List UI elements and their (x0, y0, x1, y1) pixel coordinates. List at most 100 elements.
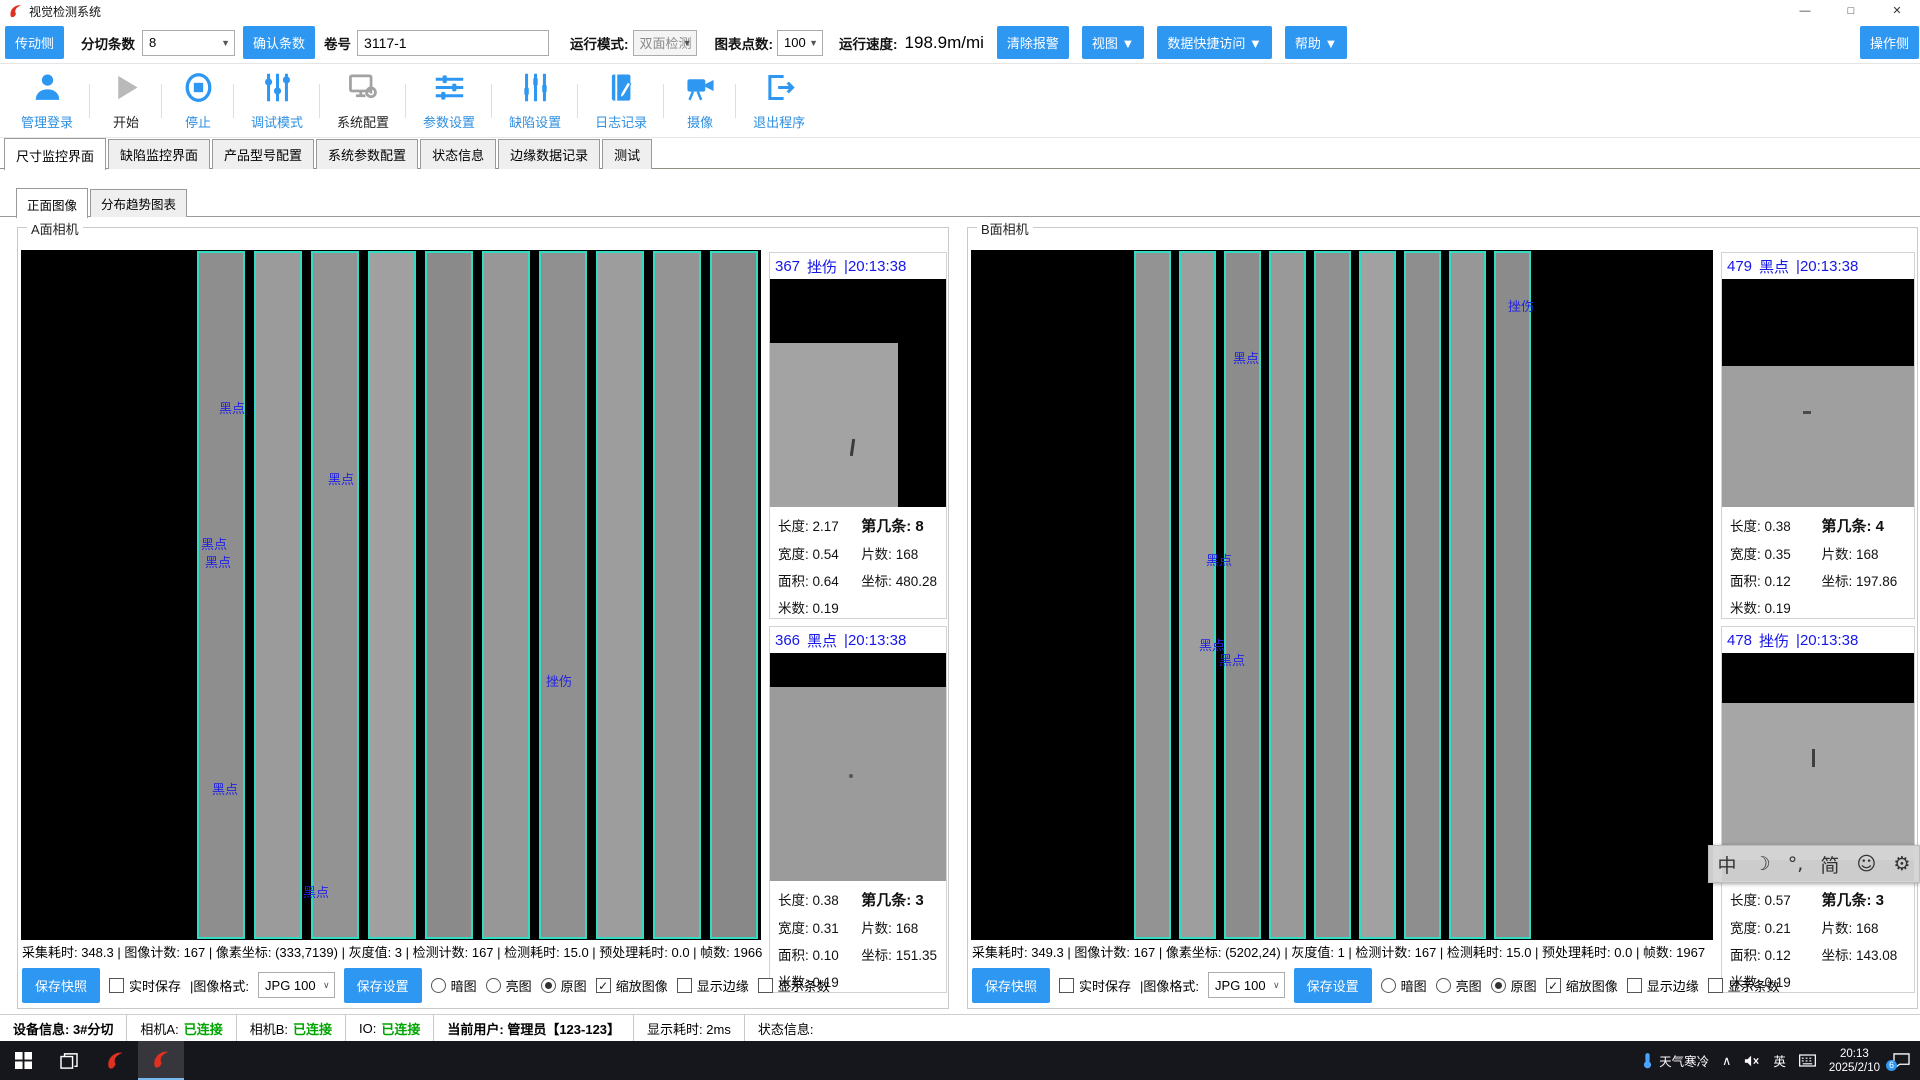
weather-widget[interactable]: 天气寒冷 (1641, 1051, 1709, 1070)
defect-header: 366黑点|20:13:38 (770, 627, 946, 653)
tab-6[interactable]: 测试 (602, 139, 652, 169)
save-settings-button[interactable]: 保存设置 (1294, 968, 1372, 1003)
defect-detail-block[interactable]: 367挫伤|20:13:38长度: 2.17第几条: 8宽度: 0.54片数: … (769, 252, 947, 619)
ime-emoji-icon[interactable]: ☺ (1856, 853, 1876, 875)
defect-thumbnail[interactable] (770, 279, 946, 507)
defect-field: 第几条: 8 (861, 515, 938, 536)
save-snapshot-button[interactable]: 保存快照 (972, 968, 1050, 1003)
chart-points-select[interactable]: 100▼ (777, 30, 823, 56)
dark-image-radio[interactable]: 暗图 (1381, 976, 1427, 995)
radio-icon[interactable] (1381, 978, 1396, 993)
toolbar-button-camera[interactable]: 摄像 (664, 71, 736, 131)
realtime-save-checkbox[interactable]: 实时保存 (1059, 976, 1131, 995)
start-button[interactable] (0, 1041, 46, 1080)
view-menu-button[interactable]: 视图 ▼ (1082, 26, 1144, 59)
bright-image-radio[interactable]: 亮图 (1436, 976, 1482, 995)
camera-b-image[interactable]: 挫伤黑点黑点黑点黑点 (971, 250, 1713, 940)
subtab-0[interactable]: 正面图像 (16, 188, 88, 218)
zoom-image-checkbox[interactable]: ✓缩放图像 (1546, 976, 1618, 995)
clock-widget[interactable]: 20:13 2025/2/10 (1829, 1047, 1880, 1075)
realtime-save-checkbox[interactable]: 实时保存 (109, 976, 181, 995)
image-format-select[interactable]: JPG 100∨ (258, 972, 335, 998)
defect-thumbnail[interactable] (1722, 279, 1914, 507)
original-image-radio[interactable]: 原图 (541, 976, 587, 995)
show-edge-checkbox[interactable]: 显示边缘 (677, 976, 749, 995)
defect-thumbnail[interactable] (770, 653, 946, 881)
checkbox-icon[interactable] (1627, 978, 1642, 993)
toolbar-button-defect-settings[interactable]: 缺陷设置 (492, 71, 578, 131)
defect-marker-label: 黑点 (328, 469, 354, 488)
defect-number: 367 (775, 258, 800, 275)
toolbar-button-exit[interactable]: 退出程序 (736, 71, 822, 131)
toolbar-button-log-record[interactable]: 日志记录 (578, 71, 664, 131)
toolbar-button-user[interactable]: 管理登录 (4, 71, 90, 131)
minimize-button[interactable]: — (1782, 0, 1828, 22)
tray-expand-chevron[interactable]: ∧ (1722, 1053, 1731, 1068)
maximize-button[interactable]: □ (1828, 0, 1874, 22)
checkbox-icon[interactable] (1708, 978, 1723, 993)
image-format-select[interactable]: JPG 100∨ (1208, 972, 1285, 998)
taskbar-app-1[interactable] (92, 1041, 138, 1080)
checkbox-icon[interactable] (677, 978, 692, 993)
toolbar-button-play[interactable]: 开始 (90, 71, 162, 131)
run-mode-select[interactable]: 双面检测▼ (633, 30, 697, 56)
defect-detail-block[interactable]: 479黑点|20:13:38长度: 0.38第几条: 4宽度: 0.35片数: … (1721, 252, 1915, 619)
show-edge-checkbox[interactable]: 显示边缘 (1627, 976, 1699, 995)
checkbox-checked-icon[interactable]: ✓ (596, 978, 611, 993)
save-snapshot-button[interactable]: 保存快照 (22, 968, 100, 1003)
input-language-indicator[interactable]: 英 (1773, 1051, 1786, 1070)
show-count-checkbox[interactable]: 显示条数 (758, 976, 830, 995)
defect-detail-block[interactable]: 478挫伤|20:13:38长度: 0.57第几条: 3宽度: 0.21片数: … (1721, 626, 1915, 993)
operator-side-button[interactable]: 操作侧 (1860, 26, 1919, 59)
confirm-count-button[interactable]: 确认条数 (243, 26, 315, 59)
close-button[interactable]: ✕ (1874, 0, 1920, 22)
ime-fullhalf-icon[interactable]: ☽ (1754, 853, 1771, 875)
ime-lang-toggle[interactable]: 中 (1718, 851, 1737, 878)
slit-count-select[interactable]: 8▼ (142, 30, 235, 56)
toolbar-button-system-config[interactable]: 系统配置 (320, 71, 406, 131)
tab-2[interactable]: 产品型号配置 (212, 139, 314, 169)
roll-number-input[interactable] (357, 30, 549, 56)
toolbar-button-stop[interactable]: 停止 (162, 71, 234, 131)
taskbar-app-2-active[interactable] (138, 1041, 184, 1080)
radio-icon[interactable] (486, 978, 501, 993)
bright-image-radio[interactable]: 亮图 (486, 976, 532, 995)
defect-marker-label: 挫伤 (546, 671, 572, 690)
original-image-radio[interactable]: 原图 (1491, 976, 1537, 995)
zoom-image-checkbox[interactable]: ✓缩放图像 (596, 976, 668, 995)
data-quick-access-menu-button[interactable]: 数据快捷访问 ▼ (1157, 26, 1271, 59)
checkbox-icon[interactable] (1059, 978, 1074, 993)
ime-settings-gear-icon[interactable]: ⚙ (1893, 853, 1910, 875)
tab-4[interactable]: 状态信息 (420, 139, 496, 169)
touch-keyboard-icon[interactable] (1799, 1054, 1816, 1067)
speaker-muted-icon[interactable] (1744, 1054, 1760, 1068)
tab-3[interactable]: 系统参数配置 (316, 139, 418, 169)
ime-punctuation-icon[interactable]: °, (1788, 853, 1804, 875)
defect-detail-block[interactable]: 366黑点|20:13:38长度: 0.38第几条: 3宽度: 0.31片数: … (769, 626, 947, 993)
task-view-button[interactable] (46, 1041, 92, 1080)
film-strip (425, 251, 473, 939)
camera-a-image[interactable]: 黑点黑点黑点黑点挫伤黑点黑点 (21, 250, 761, 940)
dark-image-radio[interactable]: 暗图 (431, 976, 477, 995)
checkbox-checked-icon[interactable]: ✓ (1546, 978, 1561, 993)
camera-b-status: 相机B:已连接 (237, 1015, 346, 1041)
clear-alarm-button[interactable]: 清除报警 (997, 26, 1069, 59)
checkbox-icon[interactable] (109, 978, 124, 993)
radio-selected-icon[interactable] (1491, 978, 1506, 993)
save-settings-button[interactable]: 保存设置 (344, 968, 422, 1003)
help-menu-button[interactable]: 帮助 ▼ (1285, 26, 1347, 59)
toolbar-button-param-settings[interactable]: 参数设置 (406, 71, 492, 131)
show-count-checkbox[interactable]: 显示条数 (1708, 976, 1780, 995)
notification-center-button[interactable]: 6 (1893, 1053, 1910, 1068)
tab-0[interactable]: 尺寸监控界面 (4, 138, 106, 170)
radio-icon[interactable] (431, 978, 446, 993)
radio-selected-icon[interactable] (541, 978, 556, 993)
radio-icon[interactable] (1436, 978, 1451, 993)
drive-side-button[interactable]: 传动侧 (5, 26, 64, 59)
checkbox-icon[interactable] (758, 978, 773, 993)
subtab-1[interactable]: 分布趋势图表 (90, 189, 187, 217)
tab-1[interactable]: 缺陷监控界面 (108, 139, 210, 169)
toolbar-button-debug-mode[interactable]: 调试模式 (234, 71, 320, 131)
ime-simplified-icon[interactable]: 简 (1820, 851, 1839, 878)
tab-5[interactable]: 边缘数据记录 (498, 139, 600, 169)
